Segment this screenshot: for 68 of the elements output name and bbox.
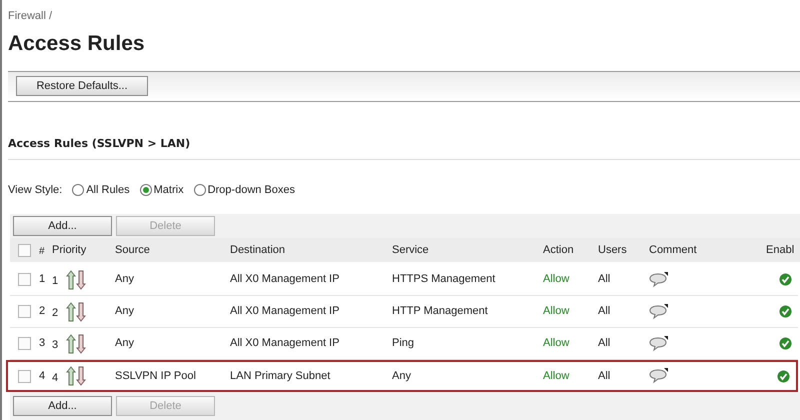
comment-icon[interactable] (649, 272, 668, 288)
checkbox[interactable] (18, 273, 31, 286)
table-cell-text: 3 (38, 336, 46, 352)
checkbox[interactable] (18, 370, 31, 382)
table-cell-text: 3 (52, 338, 60, 354)
table-cell-text: 4 (52, 370, 60, 386)
table-cell-text: All (598, 304, 612, 320)
column-header: Service (392, 242, 430, 258)
up-down-arrows-icon[interactable] (66, 334, 86, 354)
column-header: Priority (52, 242, 88, 258)
table-cell-text: Ping (392, 336, 416, 352)
column-header: Action (543, 242, 575, 258)
view-style-label: View Style: (8, 182, 62, 198)
check-icon[interactable] (779, 337, 792, 350)
radio-option[interactable]: All Rules (72, 182, 130, 198)
table-cell-text: All (598, 368, 612, 384)
button[interactable]: Restore Defaults... (16, 76, 148, 96)
up-down-arrows-icon[interactable] (66, 270, 86, 290)
table-cell-text: Allow (543, 336, 570, 352)
check-icon[interactable] (777, 370, 790, 382)
column-header: Enabl (766, 242, 796, 258)
table-cell-text: Allow (543, 272, 570, 288)
column-header: Destination (230, 242, 286, 258)
checkbox[interactable] (18, 337, 31, 350)
column-header: Comment (649, 242, 698, 258)
table-row[interactable]: 1 1 Any All X0 Management IP HTTPS Management Allow All (10, 264, 798, 296)
table-cell-text: Any (115, 304, 135, 320)
column-header: Users (598, 242, 628, 258)
table-cell-text: All (598, 272, 612, 288)
table-cell-text: Any (115, 336, 135, 352)
button[interactable]: Add... (13, 396, 112, 416)
table-cell-text: Any (115, 272, 135, 288)
up-down-arrows-icon[interactable] (66, 366, 86, 386)
radio-option[interactable]: Matrix (140, 182, 184, 198)
radio-option[interactable]: Drop-down Boxes (194, 182, 296, 198)
check-icon[interactable] (779, 305, 792, 318)
table-cell-text: HTTP Management (392, 304, 489, 320)
table-cell-text: 2 (52, 306, 60, 322)
table-cell-text: LAN Primary Subnet (230, 368, 332, 384)
comment-icon[interactable] (649, 336, 668, 352)
table-cell-text: 1 (38, 272, 46, 288)
table-cell-text: All X0 Management IP (230, 336, 340, 352)
section-title: Access Rules (SSLVPN > LAN) (8, 136, 190, 150)
table-row[interactable]: 3 3 Any All X0 Management IP Ping Allow All (10, 328, 798, 360)
table-cell-text: Allow (543, 304, 570, 320)
check-icon[interactable] (779, 273, 792, 286)
table-cell-text: SSLVPN IP Pool (115, 368, 197, 384)
table-cell-text: Allow (543, 368, 570, 384)
table-cell-text: 4 (38, 368, 46, 384)
table-cell-text: All X0 Management IP (230, 272, 340, 288)
table-cell-text: HTTPS Management (392, 272, 496, 288)
table-row[interactable]: 2 2 Any All X0 Management IP HTTP Management Allow All (10, 296, 798, 328)
up-down-arrows-icon[interactable] (66, 302, 86, 322)
breadcrumb: Firewall / (8, 9, 54, 24)
table-cell-text: 1 (52, 274, 60, 290)
comment-icon[interactable] (649, 304, 668, 320)
column-header: Source (115, 242, 151, 258)
table-cell-text: 2 (38, 304, 46, 320)
table-cell-text: All (598, 336, 612, 352)
comment-icon[interactable] (649, 368, 668, 384)
highlighted-table-row[interactable]: 4 4 SSLVPN IP Pool LAN Primary Subnet Any Allow All (6, 360, 798, 392)
page-title: Access Rules (8, 30, 146, 56)
button[interactable]: Add... (13, 216, 112, 236)
table-cell-text: Any (392, 368, 412, 384)
checkbox[interactable] (18, 244, 31, 256)
checkbox[interactable] (18, 305, 31, 318)
column-header: # (38, 245, 46, 259)
table-cell-text: All X0 Management IP (230, 304, 340, 320)
